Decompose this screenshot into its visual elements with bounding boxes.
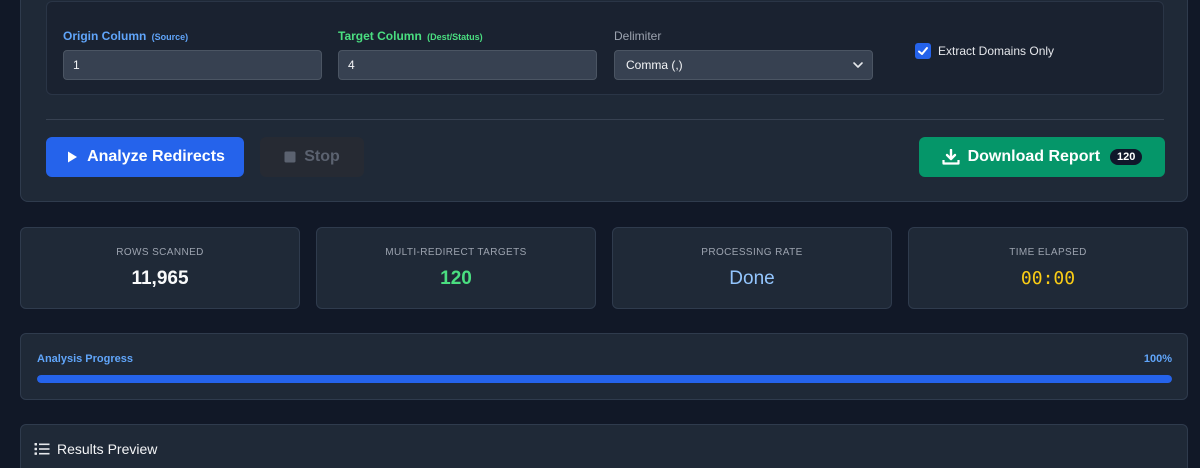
extract-domains-toggle[interactable]: Extract Domains Only: [915, 42, 1054, 60]
origin-column-input[interactable]: 1: [63, 50, 322, 80]
download-count-badge: 120: [1110, 149, 1143, 165]
target-column-field: Target Column (Dest/Status) 4: [338, 28, 597, 80]
stat-value: 11,965: [131, 268, 189, 289]
analyze-redirects-button[interactable]: Analyze Redirects: [46, 137, 244, 177]
analyze-button-label: Analyze Redirects: [87, 148, 225, 165]
target-column-input[interactable]: 4: [338, 50, 597, 80]
extract-domains-checkbox[interactable]: [915, 43, 931, 59]
download-button-label: Download Report: [967, 148, 1101, 165]
target-column-hint: (Dest/Status): [427, 32, 483, 42]
stat-multi-redirect-targets: MULTI-REDIRECT TARGETS 120: [316, 227, 596, 309]
stat-value: 00:00: [1020, 268, 1076, 289]
stop-button-label: Stop: [304, 148, 340, 165]
stat-time-elapsed: TIME ELAPSED 00:00: [908, 227, 1188, 309]
origin-column-field: Origin Column (Source) 1: [63, 28, 322, 80]
download-report-button[interactable]: Download Report 120: [919, 137, 1165, 177]
download-icon: [941, 149, 960, 165]
column-settings: Origin Column (Source) 1 Target Column (…: [46, 1, 1164, 95]
stat-value: 120: [440, 268, 472, 289]
extract-domains-label: Extract Domains Only: [938, 44, 1055, 58]
progress-title: Analysis Progress: [37, 353, 133, 365]
origin-column-label-text: Origin Column: [63, 29, 147, 43]
target-column-label: Target Column (Dest/Status): [338, 28, 597, 44]
origin-column-hint: (Source): [151, 32, 189, 42]
page: Origin Column (Source) 1 Target Column (…: [0, 0, 1200, 468]
check-icon: [918, 47, 928, 55]
stat-processing-rate: PROCESSING RATE Done: [612, 227, 892, 309]
chevron-down-icon: [853, 62, 863, 68]
results-preview-header: Results Preview: [34, 441, 157, 457]
divider: [46, 119, 1164, 120]
delimiter-field: Delimiter Comma (,): [614, 28, 873, 80]
play-icon: [68, 151, 78, 163]
progress-bar: [37, 375, 1172, 383]
stat-rows-scanned: ROWS SCANNED 11,965: [20, 227, 300, 309]
config-panel: Origin Column (Source) 1 Target Column (…: [20, 0, 1188, 202]
progress-percent: 100%: [1143, 353, 1172, 365]
stop-icon: [284, 151, 296, 163]
progress-fill: [37, 375, 1172, 383]
list-icon: [34, 443, 50, 455]
delimiter-select[interactable]: Comma (,): [614, 50, 873, 80]
stop-button[interactable]: Stop: [260, 137, 364, 177]
stat-value: Done: [729, 268, 775, 289]
progress-panel: Analysis Progress 100%: [20, 333, 1188, 400]
target-column-label-text: Target Column: [338, 29, 422, 43]
stat-label: TIME ELAPSED: [1009, 247, 1087, 258]
delimiter-selected-value: Comma (,): [626, 58, 683, 72]
stat-label: PROCESSING RATE: [701, 247, 803, 258]
origin-column-label: Origin Column (Source): [63, 28, 322, 44]
delimiter-label: Delimiter: [614, 29, 662, 43]
results-preview-title: Results Preview: [57, 441, 158, 457]
stat-label: MULTI-REDIRECT TARGETS: [385, 247, 527, 258]
results-preview-panel: Results Preview: [20, 424, 1188, 468]
stat-label: ROWS SCANNED: [116, 247, 204, 258]
